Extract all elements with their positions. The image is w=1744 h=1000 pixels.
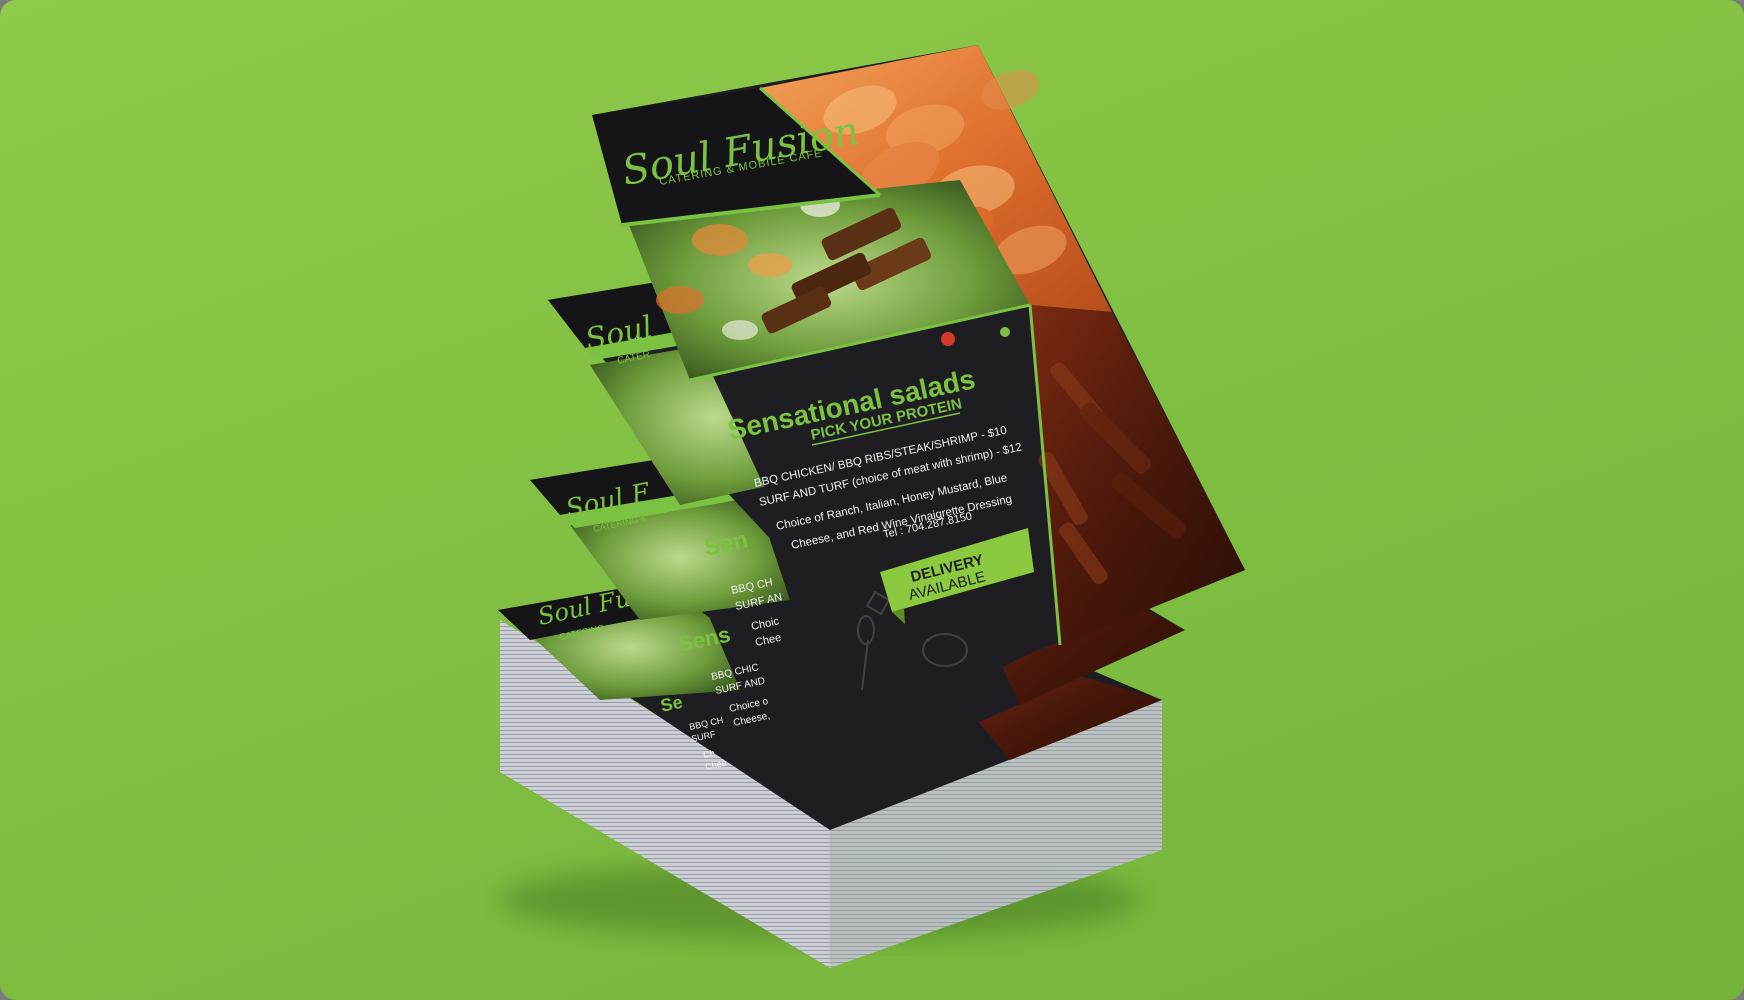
- garnish-dot-red: [941, 332, 955, 346]
- garnish-dot-green: [1000, 327, 1010, 337]
- mockup-stage: Soul Fu CATERING Se BBQ CH SURF Ch Chee …: [0, 0, 1744, 1000]
- flyer-stack-scene: Soul Fu CATERING Se BBQ CH SURF Ch Chee …: [498, 45, 1245, 968]
